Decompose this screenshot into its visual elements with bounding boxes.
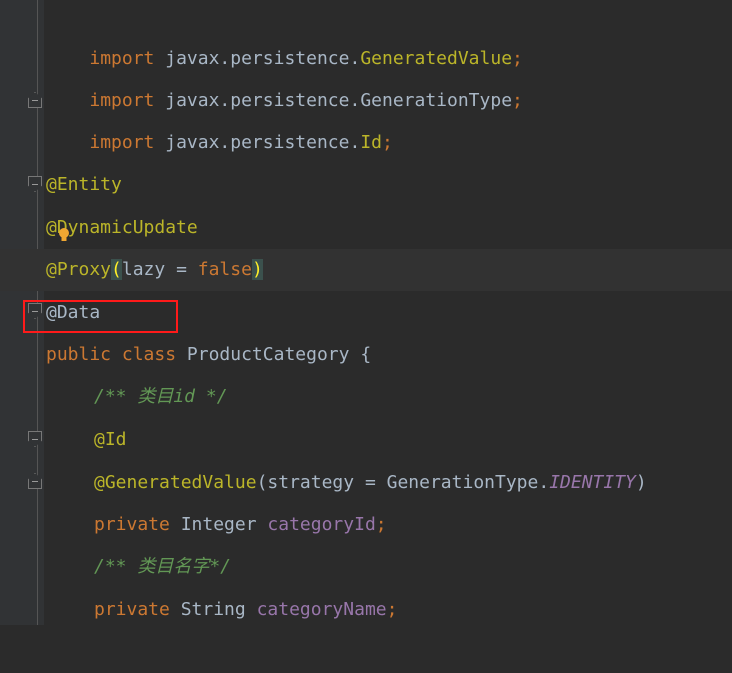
type-name: GenerationType. — [386, 472, 550, 493]
annotation-proxy: @Proxy — [46, 259, 112, 280]
code-line[interactable]: @Entity — [0, 164, 732, 206]
semicolon: ; — [386, 599, 398, 620]
code-line[interactable]: import javax.persistence.Id; — [0, 80, 732, 153]
class-name: ProductCategory — [186, 344, 350, 365]
open-paren: ( — [256, 472, 268, 493]
code-line[interactable]: import javax.persistence.GenerationType; — [0, 38, 732, 111]
code-line[interactable]: /** 类目id */ — [0, 376, 732, 418]
annotation-id: @Id — [94, 429, 127, 450]
code-line-empty[interactable] — [0, 122, 732, 164]
code-line[interactable]: import javax.persistence.GeneratedValue; — [0, 0, 732, 69]
equals-sign: = — [354, 472, 387, 493]
code-line[interactable]: /** 类目名字*/ — [0, 546, 732, 588]
static-constant: IDENTITY — [549, 472, 636, 493]
close-paren: ) — [635, 472, 647, 493]
field-name: categoryName — [256, 599, 387, 620]
close-paren: ) — [251, 259, 263, 280]
code-line[interactable]: @Id — [0, 419, 732, 461]
annotation-generated-value: @GeneratedValue — [94, 472, 257, 493]
keyword-private: private — [94, 514, 170, 535]
type-name: String — [180, 599, 246, 620]
equals-sign: = — [165, 259, 198, 280]
lightbulb-icon[interactable] — [58, 228, 70, 242]
semicolon: ; — [375, 514, 387, 535]
keyword-private: private — [94, 599, 170, 620]
doc-comment: /** 类目id */ — [94, 386, 228, 407]
boolean-value: false — [197, 259, 252, 280]
open-brace: { — [360, 344, 372, 365]
keyword-public: public — [46, 344, 112, 365]
argument-name: lazy — [121, 259, 166, 280]
code-line-current[interactable]: @Proxy(lazy = false) — [0, 249, 732, 291]
code-line[interactable]: @DynamicUpdate — [0, 207, 732, 249]
keyword-class: class — [121, 344, 177, 365]
argument-name: strategy — [267, 472, 355, 493]
type-name: Integer — [180, 514, 257, 535]
highlight-box — [23, 300, 178, 333]
open-paren: ( — [111, 259, 122, 280]
code-line[interactable]: public class ProductCategory { — [0, 334, 732, 376]
field-name: categoryId — [267, 514, 376, 535]
doc-comment: /** 类目名字*/ — [94, 556, 232, 577]
code-line[interactable]: @GeneratedValue(strategy = GenerationTyp… — [0, 462, 732, 504]
code-line[interactable]: private Integer categoryId; — [0, 504, 732, 546]
annotation-entity: @Entity — [46, 174, 122, 195]
